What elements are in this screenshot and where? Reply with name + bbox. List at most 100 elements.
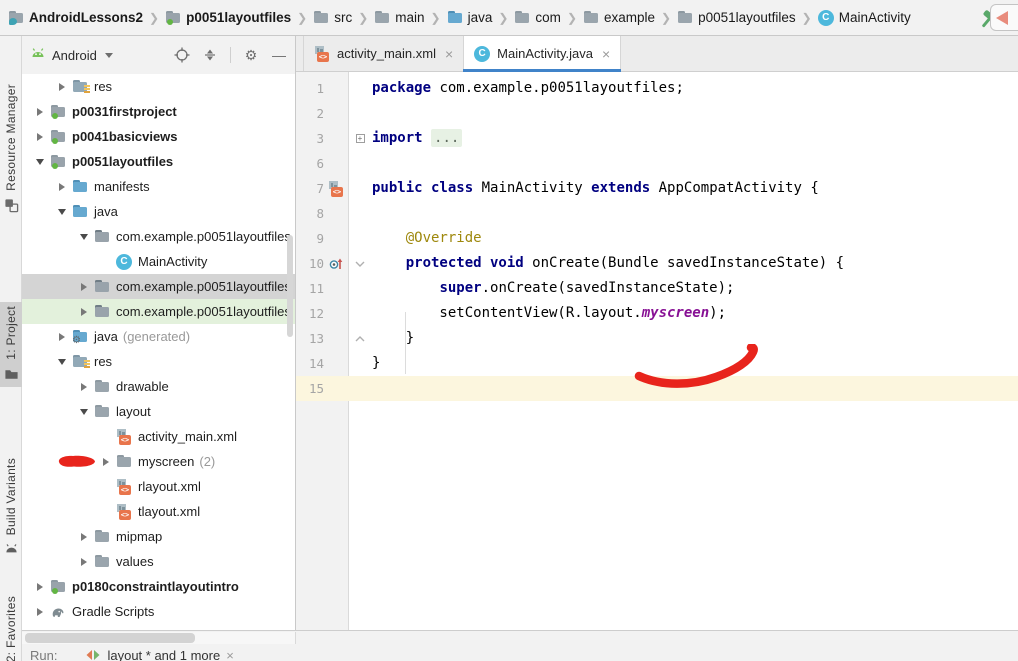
- tree-row-p0041basicviews[interactable]: p0041basicviews: [22, 124, 295, 149]
- breadcrumb-item[interactable]: AndroidLessons2: [8, 10, 143, 26]
- breadcrumb-item[interactable]: p0051layoutfiles: [677, 10, 796, 26]
- breadcrumb-item[interactable]: com: [514, 10, 561, 26]
- code-editor[interactable]: 1 package com.example.p0051layoutfiles; 2 3…: [296, 72, 1018, 630]
- breadcrumb-item[interactable]: C MainActivity: [817, 9, 911, 26]
- code-line-6[interactable]: 6: [296, 151, 1018, 176]
- breadcrumb-item[interactable]: java: [447, 10, 492, 26]
- tree-row-label: tlayout.xml: [138, 504, 201, 519]
- stripe-button-1-project[interactable]: 1: Project: [0, 302, 22, 387]
- tree-row-p0051layoutfiles[interactable]: p0051layoutfiles: [22, 149, 295, 174]
- tree-horizontal-scrollbar[interactable]: [22, 632, 296, 644]
- code-line-9[interactable]: 9 @Override: [296, 226, 1018, 251]
- chevron-collapsed-icon[interactable]: [30, 132, 50, 141]
- tree-row-res[interactable]: res: [22, 349, 295, 374]
- chevron-collapsed-icon[interactable]: [74, 557, 94, 566]
- breadcrumb-item[interactable]: src: [313, 10, 352, 26]
- run-config-icon: [996, 11, 1008, 25]
- tree-row-layout[interactable]: layout: [22, 399, 295, 424]
- tree-row-com-example-p0051layoutfiles[interactable]: com.example.p0051layoutfiles: [22, 274, 295, 299]
- line-number: 12: [308, 306, 324, 321]
- close-icon[interactable]: ×: [602, 46, 610, 62]
- tree-row-tlayout-xml[interactable]: <> tlayout.xml: [22, 499, 295, 524]
- chevron-collapsed-icon[interactable]: [74, 307, 94, 316]
- chevron-collapsed-icon[interactable]: [74, 382, 94, 391]
- chevron-expanded-icon[interactable]: [74, 233, 94, 240]
- tree-row-myscreen[interactable]: myscreen (2): [22, 449, 295, 474]
- chevron-expanded-icon[interactable]: [52, 208, 72, 215]
- project-view-selector[interactable]: Android: [30, 47, 113, 63]
- tree-row-values[interactable]: values: [22, 549, 295, 574]
- fold-marker-icon[interactable]: [353, 326, 367, 351]
- tree-row-drawable[interactable]: drawable: [22, 374, 295, 399]
- tree-vertical-scrollbar[interactable]: [287, 235, 293, 337]
- fold-marker-icon[interactable]: [353, 251, 367, 276]
- chevron-collapsed-icon[interactable]: [30, 107, 50, 116]
- tree-row-java[interactable]: ⚙ java (generated): [22, 324, 295, 349]
- chevron-collapsed-icon[interactable]: [52, 82, 72, 91]
- code-line-3[interactable]: 3 + import ...: [296, 126, 1018, 151]
- code-line-7[interactable]: 7 <> public class MainActivity extends App…: [296, 176, 1018, 201]
- collapse-all-icon[interactable]: [202, 47, 218, 63]
- run-config-tab-label: layout * and 1 more: [107, 647, 221, 661]
- tree-row-res[interactable]: res: [22, 74, 295, 99]
- chevron-expanded-icon[interactable]: [74, 408, 94, 415]
- chevron-collapsed-icon[interactable]: [30, 582, 50, 591]
- locate-file-icon[interactable]: [174, 47, 190, 63]
- tree-row-label: java: [94, 204, 118, 219]
- chevron-expanded-icon[interactable]: [52, 358, 72, 365]
- stripe-button-2-favorites[interactable]: 2: Favorites: [0, 592, 22, 661]
- chevron-collapsed-icon[interactable]: [30, 607, 50, 616]
- close-icon[interactable]: ×: [445, 46, 453, 62]
- tree-row-p0031firstproject[interactable]: p0031firstproject: [22, 99, 295, 124]
- folder-gray-icon: [94, 529, 112, 545]
- code-line-11[interactable]: 11 super.onCreate(savedInstanceState);: [296, 276, 1018, 301]
- fold-marker-icon[interactable]: +: [353, 126, 367, 151]
- res-folder-icon: [72, 354, 90, 370]
- tree-row-p0180constraintlayoutintro[interactable]: p0180constraintlayoutintro: [22, 574, 295, 599]
- run-config-button-partial[interactable]: [990, 4, 1018, 31]
- breadcrumb-item[interactable]: example: [583, 10, 655, 26]
- code-text: import ...: [372, 126, 463, 151]
- chevron-collapsed-icon[interactable]: [74, 282, 94, 291]
- tree-row-mipmap[interactable]: mipmap: [22, 524, 295, 549]
- stripe-button-build-variants[interactable]: Build Variants: [0, 454, 22, 562]
- close-icon[interactable]: ×: [226, 648, 234, 661]
- tree-row-com-example-p0051layoutfiles[interactable]: com.example.p0051layoutfiles: [22, 299, 295, 324]
- code-text: super.onCreate(savedInstanceState);: [439, 280, 735, 296]
- code-line-1[interactable]: 1 package com.example.p0051layoutfiles;: [296, 76, 1018, 101]
- chevron-expanded-icon[interactable]: [30, 158, 50, 165]
- chevron-collapsed-icon[interactable]: [52, 182, 72, 191]
- tree-row-mainactivity[interactable]: C MainActivity: [22, 249, 295, 274]
- editor-tab-activity-main-xml[interactable]: <> activity_main.xml ×: [303, 36, 465, 71]
- code-line-10[interactable]: 10 protected void onCreate(Bundle savedI…: [296, 251, 1018, 276]
- run-label: Run:: [30, 647, 58, 661]
- code-line-13[interactable]: 13 }: [296, 326, 1018, 351]
- breadcrumb-item-label: src: [334, 10, 353, 25]
- code-line-12[interactable]: 12 setContentView(R.layout.myscreen);: [296, 301, 1018, 326]
- tree-row-activity-main-xml[interactable]: <> activity_main.xml: [22, 424, 295, 449]
- project-panel-header: Android ⚙ —: [22, 36, 295, 74]
- code-line-2[interactable]: 2: [296, 101, 1018, 126]
- run-config-tab[interactable]: layout * and 1 more ×: [85, 647, 234, 661]
- code-line-15[interactable]: 15: [296, 376, 1018, 401]
- chevron-collapsed-icon[interactable]: [96, 457, 116, 466]
- tree-row-rlayout-xml[interactable]: <> rlayout.xml: [22, 474, 295, 499]
- stripe-button-label: 2: Favorites: [4, 596, 18, 661]
- editor-tab-mainactivity-java[interactable]: C MainActivity.java ×: [463, 36, 622, 72]
- tree-row-label: p0180constraintlayoutintro: [72, 579, 239, 594]
- chevron-collapsed-icon[interactable]: [74, 532, 94, 541]
- stripe-button-resource-manager[interactable]: Resource Manager: [0, 80, 22, 218]
- code-line-8[interactable]: 8: [296, 201, 1018, 226]
- hide-panel-icon[interactable]: —: [271, 47, 287, 63]
- tree-row-java[interactable]: java: [22, 199, 295, 224]
- chevron-collapsed-icon[interactable]: [52, 332, 72, 341]
- tree-row-gradle-scripts[interactable]: Gradle Scripts: [22, 599, 295, 624]
- breadcrumb: AndroidLessons2 ❯ p0051layoutfiles ❯ src ❯ mai…: [8, 9, 911, 26]
- code-line-14[interactable]: 14}: [296, 351, 1018, 376]
- tree-row-manifests[interactable]: manifests: [22, 174, 295, 199]
- tree-row-com-example-p0051layoutfiles[interactable]: com.example.p0051layoutfiles: [22, 224, 295, 249]
- tree-row-label: p0051layoutfiles: [72, 154, 174, 169]
- gear-icon[interactable]: ⚙: [243, 47, 259, 63]
- breadcrumb-item[interactable]: main: [374, 10, 425, 26]
- breadcrumb-item[interactable]: p0051layoutfiles: [165, 10, 291, 26]
